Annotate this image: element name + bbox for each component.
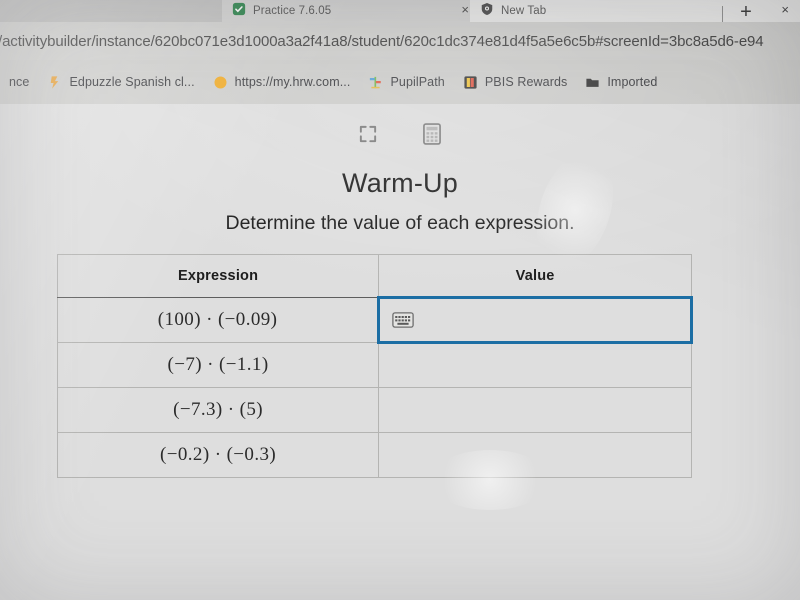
bookmark-item-partial[interactable]: nce xyxy=(0,72,38,92)
value-input-cell-active[interactable] xyxy=(377,296,693,344)
expression-cell: (−7.3) · (5) xyxy=(56,387,380,433)
bookmark-item-hrw[interactable]: https://my.hrw.com... xyxy=(204,72,360,93)
hrw-circle-icon xyxy=(214,76,227,88)
expression-cell: (−7) · (−1.1) xyxy=(56,342,380,388)
bookmark-label: PupilPath xyxy=(390,75,445,89)
column-header-expression: Expression xyxy=(56,254,380,298)
address-bar[interactable]: /activitybuilder/instance/620bc071e3d100… xyxy=(0,22,800,60)
photo-of-screen: Practice 7.6.05 × New Tab × + /activityb… xyxy=(0,0,800,600)
table-row: (100) · (−0.09) xyxy=(56,296,693,344)
folder-icon xyxy=(586,78,599,87)
bookmark-item-pbis-rewards[interactable]: PBIS Rewards xyxy=(454,72,576,93)
address-bar-url: /activitybuilder/instance/620bc071e3d100… xyxy=(0,32,764,50)
value-input-cell[interactable] xyxy=(378,387,692,433)
table-row: (−0.2) · (−0.3) xyxy=(56,432,692,478)
value-input-cell[interactable] xyxy=(378,342,692,388)
table-row: (−7) · (−1.1) xyxy=(56,342,692,388)
bookmark-item-pupilpath[interactable]: PupilPath xyxy=(359,72,453,93)
bookmark-label: https://my.hrw.com... xyxy=(234,75,351,89)
table-header-row: Expression Value xyxy=(56,254,692,298)
tabstrip-divider xyxy=(722,6,723,22)
calculator-button[interactable] xyxy=(417,119,447,149)
bookmark-item-imported[interactable]: Imported xyxy=(576,72,666,93)
new-tab-button[interactable]: + xyxy=(735,2,757,24)
activity-toolbar xyxy=(0,112,800,156)
calculator-icon xyxy=(423,123,441,145)
page-instructions: Determine the value of each expression. xyxy=(225,212,575,234)
fullscreen-button[interactable] xyxy=(353,119,383,149)
bookmark-label: Imported xyxy=(607,75,658,89)
expression-cell: (−0.2) · (−0.3) xyxy=(56,432,380,478)
table-row: (−7.3) · (5) xyxy=(56,387,692,433)
fullscreen-icon xyxy=(359,125,377,143)
bookmark-item-edpuzzle[interactable]: Edpuzzle Spanish cl... xyxy=(38,72,203,93)
practice-favicon xyxy=(232,2,246,16)
bookmark-label: Edpuzzle Spanish cl... xyxy=(69,75,195,89)
browser-tab-title: Practice 7.6.05 xyxy=(253,5,332,17)
bookmarks-bar: nce Edpuzzle Spanish cl... https://my.hr… xyxy=(0,60,800,104)
activity-page: Warm-Up Determine the value of each expr… xyxy=(0,104,800,600)
browser-tab-title: New Tab xyxy=(501,5,547,17)
column-header-value: Value xyxy=(378,254,692,298)
page-title: Warm-Up xyxy=(342,168,458,198)
pupilpath-icon xyxy=(370,76,382,88)
keyboard-icon xyxy=(392,312,414,328)
tab-close-icon[interactable]: × xyxy=(778,3,792,16)
edpuzzle-icon xyxy=(51,75,59,89)
expression-table: Expression Value (100) · (−0.09) (−7) · … xyxy=(56,254,693,478)
value-input-cell[interactable] xyxy=(378,432,692,478)
bookmark-label: PBIS Rewards xyxy=(484,75,568,89)
bookmark-label: nce xyxy=(9,75,30,89)
browser-tab-practice[interactable]: Practice 7.6.05 × xyxy=(222,0,480,22)
expression-cell: (100) · (−0.09) xyxy=(56,297,380,343)
keypad-toggle[interactable] xyxy=(392,312,414,328)
pbis-rewards-icon xyxy=(464,75,477,89)
shield-favicon xyxy=(481,3,493,16)
browser-chrome: Practice 7.6.05 × New Tab × + /activityb… xyxy=(0,0,800,104)
